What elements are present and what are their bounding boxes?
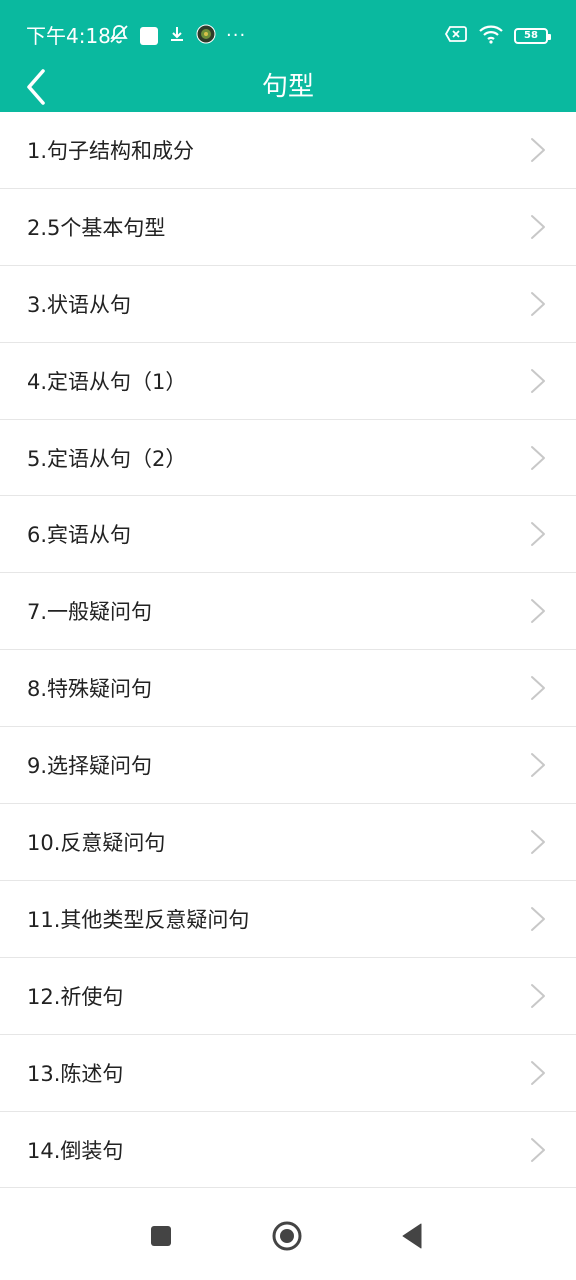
chevron-right-icon: [531, 214, 545, 239]
list-item-label: 9.选择疑问句: [27, 754, 153, 779]
chevron-right-icon: [531, 753, 545, 778]
chevron-right-icon: [531, 445, 545, 470]
status-right-icons: 58: [444, 22, 551, 50]
triangle-back-icon: [402, 1223, 422, 1249]
nav-back-button[interactable]: [392, 1216, 432, 1256]
page-title: 句型: [261, 72, 314, 102]
chevron-right-icon: [531, 1060, 545, 1085]
list-item-label: 1.句子结构和成分: [27, 138, 195, 163]
list-item[interactable]: 4.定语从句（1）: [0, 343, 576, 420]
status-bar: 下午4:18 ··· 58: [0, 0, 576, 66]
list-item-label: 12.祈使句: [27, 984, 124, 1009]
list-item[interactable]: 7.一般疑问句: [0, 573, 576, 651]
app-notification-icon: [140, 27, 158, 45]
status-time: 下午4:18: [26, 24, 111, 48]
app-bar: 句型: [0, 62, 576, 112]
more-notifications-icon: ···: [226, 25, 247, 46]
sentence-pattern-list: 1.句子结构和成分 2.5个基本句型 3.状语从句 4.定语从句（1） 5.定语从句（2…: [0, 112, 576, 1189]
list-item[interactable]: 5.定语从句（2）: [0, 420, 576, 497]
list-item-label: 4.定语从句（1）: [27, 369, 187, 394]
back-button[interactable]: [14, 62, 58, 112]
app-badge-icon: [196, 24, 216, 48]
chevron-right-icon: [531, 599, 545, 624]
list-item[interactable]: 1.句子结构和成分: [0, 112, 576, 189]
sim-disabled-icon: [444, 25, 468, 47]
chevron-right-icon: [531, 522, 545, 547]
list-item[interactable]: 3.状语从句: [0, 266, 576, 343]
header: 下午4:18 ··· 58 句型: [0, 0, 576, 112]
chevron-right-icon: [531, 906, 545, 931]
list-item-label: 8.特殊疑问句: [27, 677, 153, 702]
list-item-label: 10.反意疑问句: [27, 830, 166, 855]
list-item-label: 2.5个基本句型: [27, 215, 166, 240]
chevron-right-icon: [531, 829, 545, 854]
wifi-icon: [478, 24, 504, 48]
list-item[interactable]: 14.倒装句: [0, 1112, 576, 1189]
battery-level: 58: [524, 30, 538, 41]
chevron-right-icon: [531, 1137, 545, 1162]
chevron-right-icon: [531, 676, 545, 701]
list-item-label: 14.倒装句: [27, 1138, 124, 1163]
list-item-label: 7.一般疑问句: [27, 600, 153, 625]
system-nav-bar: [0, 1188, 576, 1280]
list-item[interactable]: 13.陈述句: [0, 1035, 576, 1112]
list-item-label: 13.陈述句: [27, 1061, 124, 1086]
list-item[interactable]: 10.反意疑问句: [0, 804, 576, 881]
battery-icon: 58: [514, 28, 551, 44]
chevron-left-icon: [27, 69, 45, 105]
list-item-label: 5.定语从句（2）: [27, 446, 187, 471]
recent-apps-button[interactable]: [141, 1216, 181, 1256]
list-item-label: 3.状语从句: [27, 292, 132, 317]
square-icon: [151, 1226, 171, 1246]
list-item[interactable]: 8.特殊疑问句: [0, 650, 576, 728]
list-item[interactable]: 6.宾语从句: [0, 496, 576, 574]
mute-bell-icon: [108, 23, 130, 49]
circle-home-icon: [272, 1221, 302, 1251]
download-icon: [168, 25, 186, 47]
list-item[interactable]: 9.选择疑问句: [0, 727, 576, 805]
home-button[interactable]: [267, 1216, 307, 1256]
chevron-right-icon: [531, 983, 545, 1008]
chevron-right-icon: [531, 291, 545, 316]
status-left-icons: ···: [108, 22, 246, 50]
chevron-right-icon: [531, 368, 545, 393]
list-item[interactable]: 2.5个基本句型: [0, 189, 576, 266]
chevron-right-icon: [531, 137, 545, 162]
list-item[interactable]: 11.其他类型反意疑问句: [0, 881, 576, 958]
list-item-label: 6.宾语从句: [27, 523, 132, 548]
list-item-label: 11.其他类型反意疑问句: [27, 907, 250, 932]
list-item[interactable]: 12.祈使句: [0, 958, 576, 1035]
